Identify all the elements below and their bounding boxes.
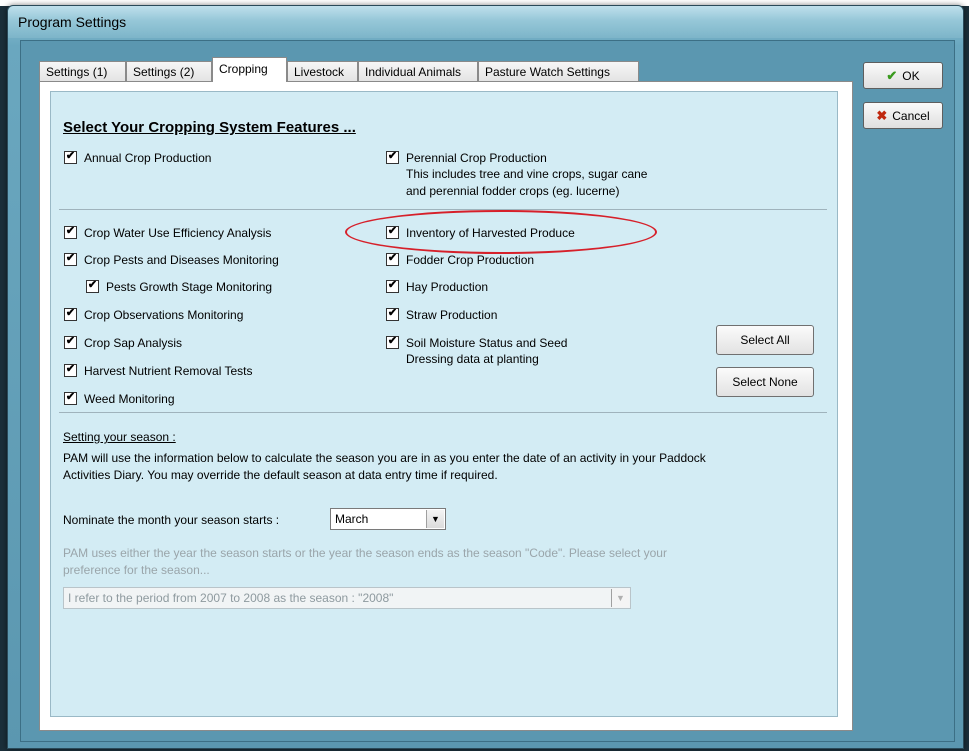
program-settings-window: Program Settings Settings (1) Settings (… — [7, 5, 964, 749]
soil-moisture-label-line-2: Dressing data at planting — [406, 352, 539, 366]
harvest-nutrient-removal-checkbox[interactable]: Harvest Nutrient Removal Tests — [64, 363, 253, 379]
pests-growth-stage-checkbox[interactable]: Pests Growth Stage Monitoring — [86, 279, 272, 295]
season-heading: Setting your season : — [63, 430, 176, 444]
tab-livestock[interactable]: Livestock — [287, 61, 358, 81]
window-title: Program Settings — [18, 14, 127, 30]
inventory-harvested-produce-checkbox[interactable]: Inventory of Harvested Produce — [386, 225, 575, 241]
cropping-features-area: Select Your Cropping System Features ...… — [50, 91, 838, 717]
perennial-label: Perennial Crop Production — [406, 151, 547, 165]
tab-individual-animals[interactable]: Individual Animals — [358, 61, 478, 81]
crop-observations-checkbox[interactable]: Crop Observations Monitoring — [64, 307, 243, 323]
season-code-value: I refer to the period from 2007 to 2008 … — [68, 591, 394, 605]
checkbox-label: Annual Crop Production — [84, 151, 212, 165]
crop-pests-diseases-checkbox[interactable]: Crop Pests and Diseases Monitoring — [64, 252, 279, 268]
season-info-text: PAM will use the information below to ca… — [63, 451, 706, 482]
perennial-crop-checkbox[interactable]: Perennial Crop Production This includes … — [386, 150, 647, 200]
fodder-crop-production-checkbox[interactable]: Fodder Crop Production — [386, 252, 534, 268]
straw-production-checkbox[interactable]: Straw Production — [386, 307, 497, 323]
hay-production-checkbox[interactable]: Hay Production — [386, 279, 488, 295]
perennial-description-line-1: This includes tree and vine crops, sugar… — [406, 167, 648, 181]
perennial-description-line-2: and perennial fodder crops (eg. lucerne) — [406, 184, 620, 198]
season-code-info-text: PAM uses either the year the season star… — [63, 546, 667, 577]
season-start-month-select[interactable]: March ▼ — [330, 508, 446, 530]
month-value: March — [335, 512, 369, 526]
section-heading: Select Your Cropping System Features ... — [63, 119, 356, 136]
select-all-button[interactable]: Select All — [716, 325, 814, 355]
checkbox-box — [64, 151, 77, 164]
title-bar[interactable]: Program Settings — [8, 6, 963, 38]
close-icon: ✖ — [876, 108, 888, 123]
dropdown-arrow-icon[interactable]: ▼ — [611, 589, 629, 607]
select-none-button[interactable]: Select None — [716, 367, 814, 397]
dialog-body: Settings (1) Settings (2) Cropping Lives… — [20, 40, 955, 742]
soil-moisture-checkbox[interactable]: Soil Moisture Status and Seed Dressing d… — [386, 335, 567, 368]
tab-settings-1[interactable]: Settings (1) — [39, 61, 126, 81]
divider — [59, 412, 827, 413]
dropdown-arrow-icon[interactable]: ▼ — [426, 510, 444, 528]
crop-water-use-checkbox[interactable]: Crop Water Use Efficiency Analysis — [64, 225, 271, 241]
cropping-tab-panel: Select Your Cropping System Features ...… — [39, 81, 853, 731]
checkbox-box — [386, 151, 399, 164]
soil-moisture-label-line-1: Soil Moisture Status and Seed — [406, 336, 568, 350]
tab-settings-2[interactable]: Settings (2) — [126, 61, 212, 81]
checkmark-icon: ✔ — [886, 68, 898, 83]
divider — [59, 209, 827, 210]
tab-cropping[interactable]: Cropping — [212, 57, 287, 82]
season-code-select[interactable]: I refer to the period from 2007 to 2008 … — [63, 587, 631, 609]
cancel-button[interactable]: ✖ Cancel — [863, 102, 943, 129]
annual-crop-checkbox[interactable]: Annual Crop Production — [64, 150, 211, 166]
ok-button[interactable]: ✔ OK — [863, 62, 943, 89]
crop-sap-analysis-checkbox[interactable]: Crop Sap Analysis — [64, 335, 182, 351]
tab-pasture-watch-settings[interactable]: Pasture Watch Settings — [478, 61, 639, 81]
weed-monitoring-checkbox[interactable]: Weed Monitoring — [64, 391, 175, 407]
month-label: Nominate the month your season starts : — [63, 513, 280, 527]
